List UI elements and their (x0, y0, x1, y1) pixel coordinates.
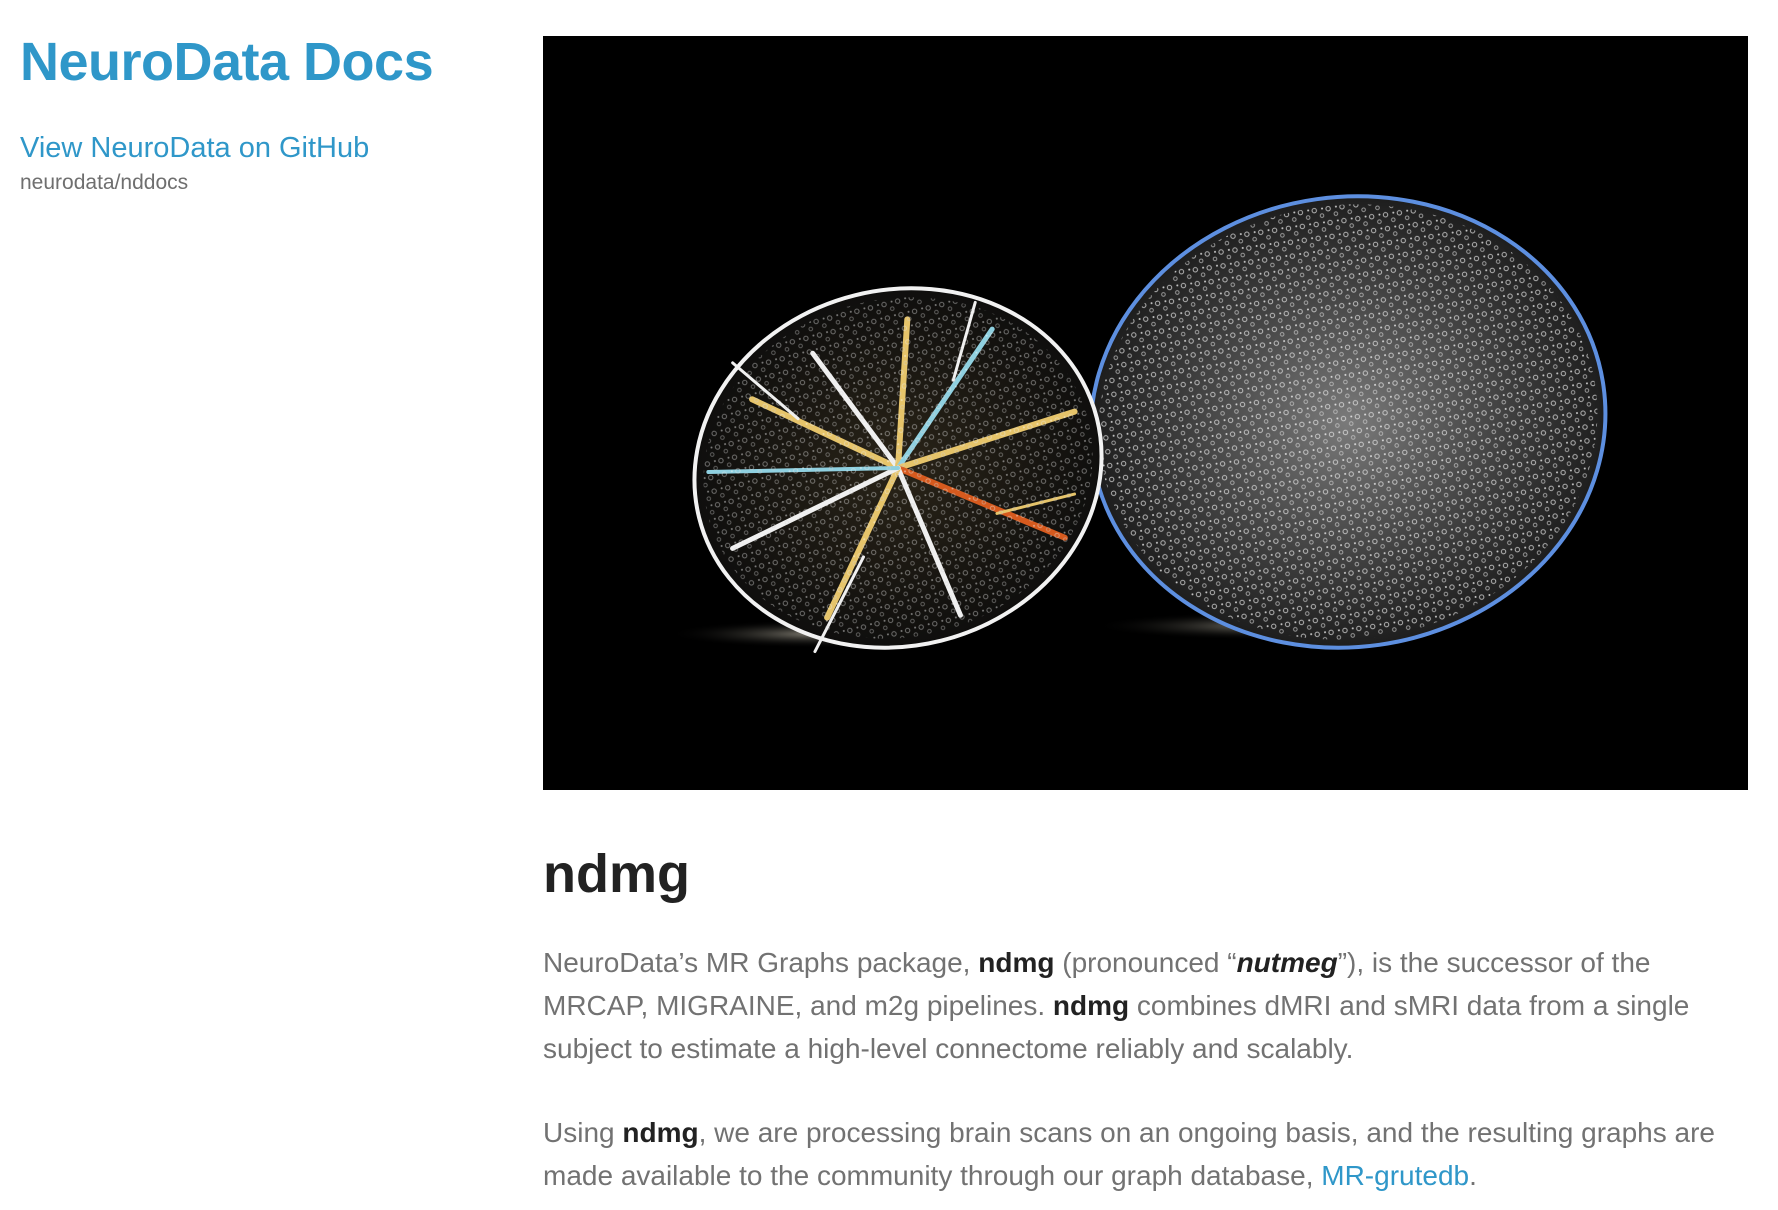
ndmg-bold: ndmg (622, 1117, 699, 1149)
ndmg-bold: ndmg (1052, 990, 1130, 1022)
intro-text: (pronounced “ (1054, 947, 1237, 979)
github-link[interactable]: View NeuroData on GitHub (20, 132, 500, 165)
intro-paragraph: NeuroData’s MR Graphs package, ndmg (pro… (543, 941, 1748, 1070)
ndmg-bold: ndmg (978, 947, 1055, 979)
main-content: ndmg NeuroData’s MR Graphs package, ndmg… (543, 36, 1748, 1197)
usage-text: Using (543, 1117, 623, 1149)
usage-text: , we are processing brain scans on an on… (543, 1117, 1716, 1192)
sidebar: NeuroData Docs View NeuroData on GitHub … (20, 34, 500, 195)
usage-text: . (1469, 1160, 1477, 1192)
hero-image (543, 36, 1748, 790)
mr-grutedb-link[interactable]: MR-grutedb (1321, 1160, 1469, 1191)
repo-name: neurodata/nddocs (20, 170, 189, 194)
usage-paragraph: Using ndmg, we are processing brain scan… (543, 1111, 1748, 1197)
site-title-link[interactable]: NeuroData Docs (20, 34, 500, 91)
nutmeg-emphasis: nutmeg (1236, 947, 1338, 979)
page-title: ndmg (543, 844, 690, 904)
intro-text: NeuroData’s MR Graphs package, (543, 947, 979, 979)
